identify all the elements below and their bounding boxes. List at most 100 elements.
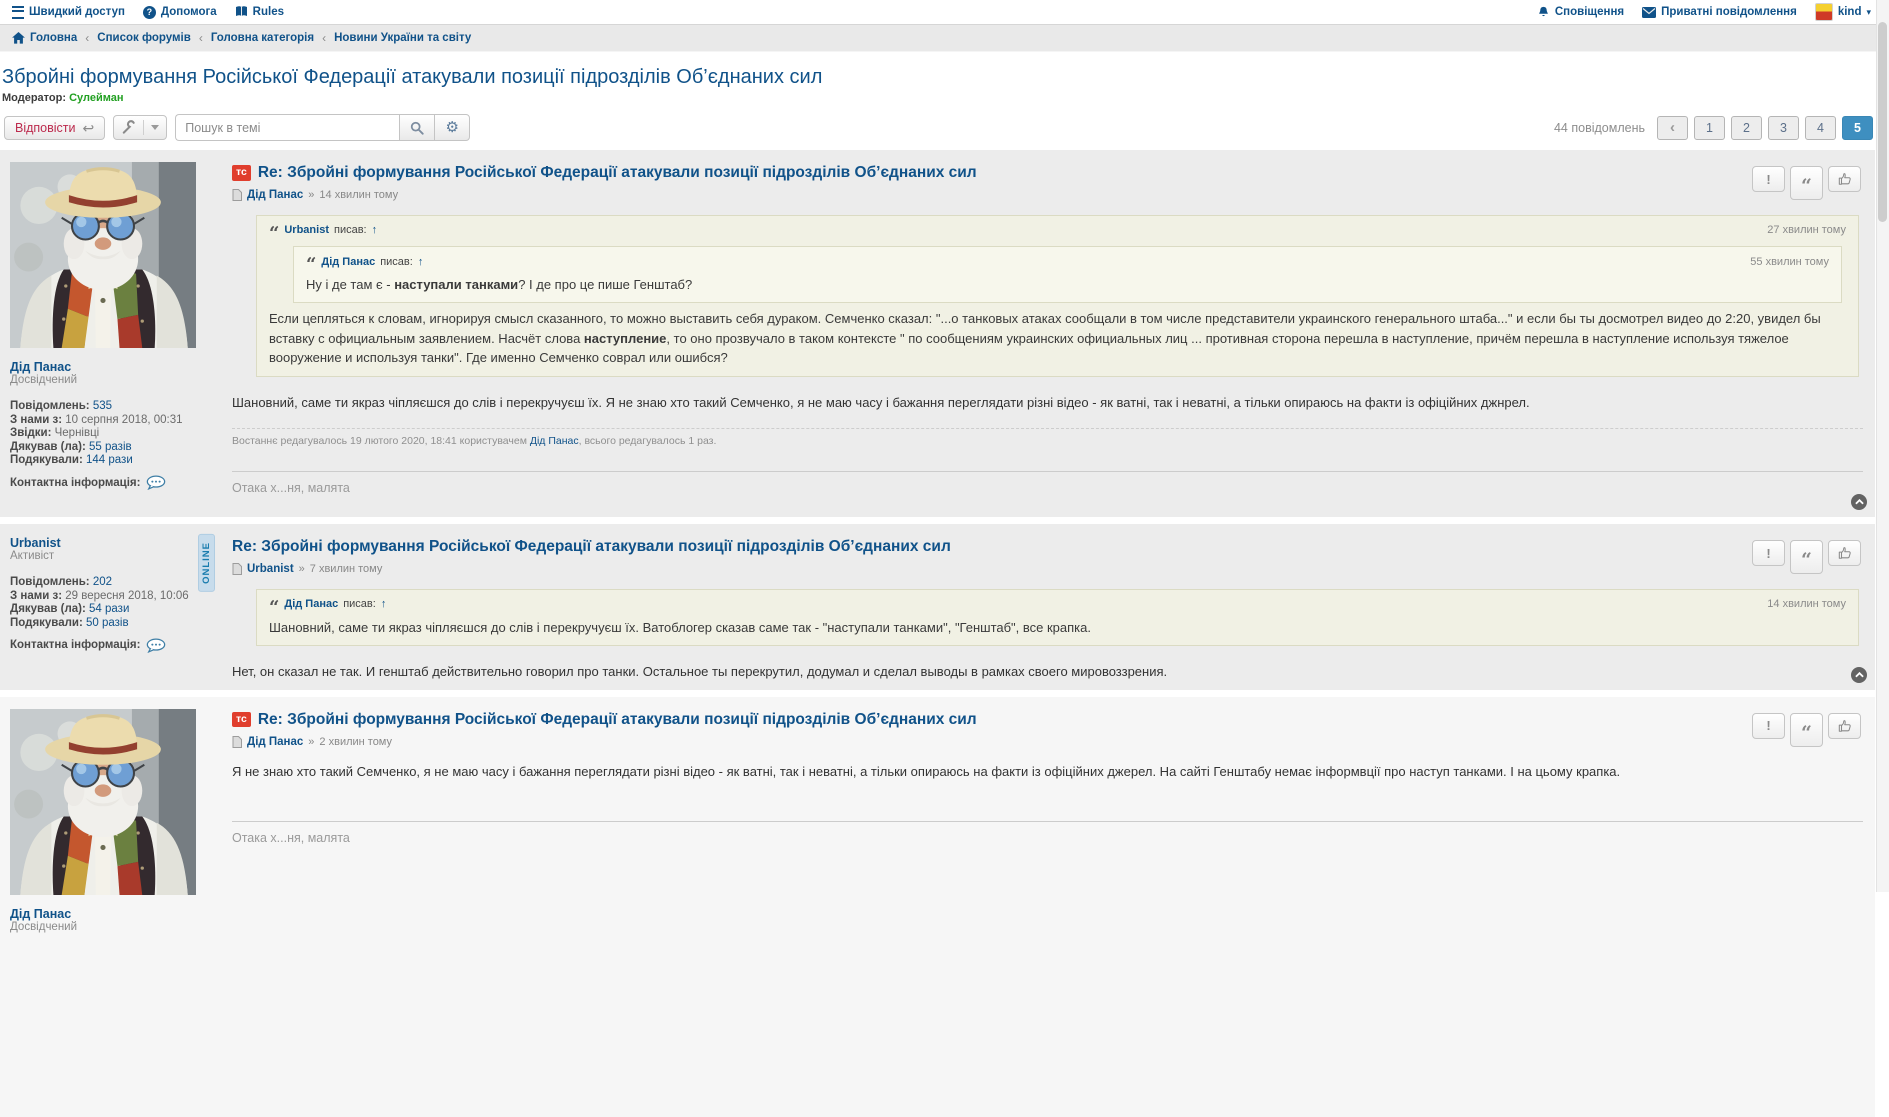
profile-field-link[interactable]: 144 рази [86,454,133,466]
pagination-page-2[interactable]: 2 [1731,116,1762,140]
report-button[interactable]: ! [1752,166,1785,192]
goto-quoted-post-icon[interactable]: ↑ [381,598,387,610]
quote-button[interactable]: “ [1790,540,1823,574]
like-button[interactable] [1828,713,1861,739]
profile-field: Подякували: 50 разів [10,617,212,629]
author-name-link[interactable]: Дід Панас [10,360,71,374]
breadcrumb-forum[interactable]: Новини України та світу [334,32,471,44]
private-messages-link[interactable]: Приватні повідомлення [1642,6,1797,18]
search-button[interactable] [399,114,434,141]
byline-separator: » [308,189,314,201]
topic-search: ⚙ [175,114,470,141]
search-input[interactable] [175,114,399,141]
quoted-author-link[interactable]: Urbanist [284,224,329,236]
quoted-author-link[interactable]: Дід Панас [284,598,338,610]
quote-header: “ Дід Панас писав: ↑ 55 хвилин тому [306,255,1829,267]
quote-text: Если цепляться к словам, игнорируя смысл… [269,309,1846,368]
post-title-link[interactable]: Re: Збройні формування Російської Федера… [258,711,977,729]
profile-field: Звідки: Чернівці [10,427,212,439]
notifications-label: Сповіщення [1555,6,1624,18]
speech-bubble-icon[interactable] [146,638,166,653]
notifications-link[interactable]: Сповіщення [1537,6,1624,19]
breadcrumb-forum-list[interactable]: Список форумів [97,32,191,44]
speech-bubble-icon[interactable] [146,475,166,490]
inline-link[interactable]: Дід Панас [530,435,579,447]
search-icon [410,121,424,135]
like-button[interactable] [1828,166,1861,192]
post-2-author-profile: Urbanist Активіст Повідомлень: 202З нами… [10,536,212,653]
topic-tools-button[interactable] [113,115,167,140]
pagination-page-3[interactable]: 3 [1768,116,1799,140]
pagination-page-5-active[interactable]: 5 [1842,116,1873,140]
byline-author-link[interactable]: Дід Панас [247,736,303,748]
hamburger-icon [12,6,24,19]
profile-field: Подякували: 144 рази [10,454,212,466]
like-button[interactable] [1828,540,1861,566]
signature: Отака х...ня, малята [232,471,1863,495]
post-1-body: ! “ тс Re: Збройні формування Російської… [232,164,1863,495]
profile-field: Повідомлень: 535 [10,400,212,412]
goto-quoted-post-icon[interactable]: ↑ [418,256,424,268]
profile-field-link[interactable]: 50 разів [86,617,129,629]
help-link[interactable]: ? Допомога [143,6,217,19]
rules-label: Rules [253,6,284,18]
breadcrumb-separator: ‹ [85,31,89,45]
post-title-link[interactable]: Re: Збройні формування Російської Федера… [232,538,951,556]
quick-access-menu[interactable]: Швидкий доступ [12,6,125,19]
post-text: Нет, он сказал не так. И генштаб действи… [232,662,1863,682]
breadcrumb-home[interactable]: Головна [12,32,77,44]
post-1: Дід Панас Досвідчений Повідомлень: 535З … [0,150,1875,517]
pagination-prev-button[interactable]: ‹ [1657,116,1688,140]
page-header: Збройні формування Російської Федерації … [0,52,1889,104]
report-button[interactable]: ! [1752,713,1785,739]
quoted-author-link[interactable]: Дід Панас [321,256,375,268]
topic-title[interactable]: Збройні формування Російської Федерації … [2,66,1883,89]
username-label: kind [1838,6,1862,18]
post-3-body: ! “ тс Re: Збройні формування Російської… [232,711,1863,846]
contact-info: Контактна інформація: [10,638,212,653]
quote-timestamp: 14 хвилин тому [1767,598,1846,610]
profile-field-link[interactable]: 54 рази [89,603,129,615]
profile-field-link[interactable]: 535 [93,400,112,412]
post-3: Дід Панас Досвідчений ! “ тс Re: Збройні… [0,697,1875,1117]
post-2: Urbanist Активіст Повідомлень: 202З нами… [0,524,1875,689]
rules-link[interactable]: Rules [235,6,284,18]
goto-quoted-post-icon[interactable]: ↑ [372,224,378,236]
pagination-page-4[interactable]: 4 [1805,116,1836,140]
byline-author-link[interactable]: Дід Панас [247,189,303,201]
byline-author-link[interactable]: Urbanist [247,563,294,575]
user-avatar[interactable] [10,709,196,895]
report-button[interactable]: ! [1752,540,1785,566]
quote-timestamp: 55 хвилин тому [1750,256,1829,268]
profile-field: З нами з: 29 вересня 2018, 10:06 [10,590,212,602]
page-icon [232,563,242,575]
back-to-top-button[interactable] [1851,494,1867,510]
pagination-page-1[interactable]: 1 [1694,116,1725,140]
author-name-link[interactable]: Дід Панас [10,907,71,921]
post-title: тс Re: Збройні формування Російської Фед… [232,711,1863,729]
wrote-label: писав: [380,256,413,268]
reply-button[interactable]: Відповісти ↩ [4,116,105,140]
scrollbar-thumb[interactable] [1878,22,1887,222]
contact-info: Контактна інформація: [10,475,212,490]
post-1-author-profile: Дід Панас Досвідчений Повідомлень: 535З … [10,162,212,490]
author-name-link[interactable]: Urbanist [10,536,61,550]
moderator-link[interactable]: Сулейман [69,92,123,104]
search-settings-button[interactable]: ⚙ [434,114,470,141]
post-byline: Дід Панас » 14 хвилин тому [232,189,1863,201]
back-to-top-button[interactable] [1851,667,1867,683]
profile-field-link[interactable]: 202 [93,576,112,588]
quote-button[interactable]: “ [1790,166,1823,200]
user-menu[interactable]: kind ▾ [1815,3,1871,21]
post-title-link[interactable]: Re: Збройні формування Російської Федера… [258,164,977,182]
page-icon [232,736,242,748]
user-avatar[interactable] [10,162,196,348]
post-actions: ! “ [1752,713,1861,747]
post-3-author-profile: Дід Панас Досвідчений [10,709,212,947]
profile-field-link[interactable]: 55 разів [89,441,132,453]
gear-icon: ⚙ [446,120,459,135]
breadcrumb-category[interactable]: Головна категорія [211,32,314,44]
scrollbar[interactable] [1876,0,1889,892]
quote-button[interactable]: “ [1790,713,1823,747]
quote-mark-icon: “ [269,224,279,236]
